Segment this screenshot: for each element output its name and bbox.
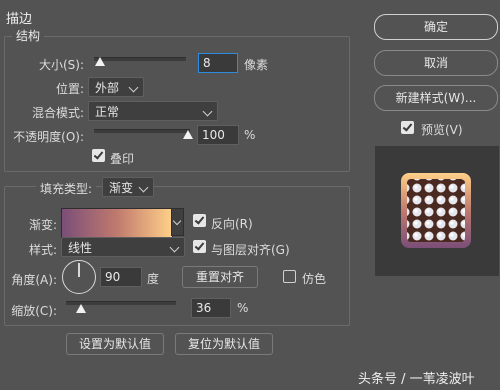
size-input[interactable]: 8 bbox=[198, 53, 238, 73]
section-title: 描边 bbox=[6, 12, 33, 27]
blend-mode-select[interactable]: 正常 bbox=[88, 101, 218, 121]
opacity-slider-track[interactable] bbox=[94, 129, 190, 133]
chevron-down-icon bbox=[128, 82, 139, 93]
reset-alignment-button[interactable]: 重置对齐 bbox=[182, 266, 258, 288]
new-style-button[interactable]: 新建样式(W)... bbox=[374, 85, 498, 111]
overprint-checkbox[interactable] bbox=[92, 149, 105, 162]
watermark-text: 头条号 / 一苇凌波叶 bbox=[358, 372, 475, 387]
align-layer-checkbox[interactable] bbox=[193, 240, 206, 253]
preview-thumbnail-art bbox=[401, 173, 471, 248]
reverse-checkbox[interactable] bbox=[193, 214, 206, 227]
style-select[interactable]: 线性 bbox=[61, 237, 185, 257]
ok-button[interactable]: 确定 bbox=[374, 14, 498, 40]
chevron-down-icon bbox=[169, 242, 180, 253]
size-unit: 像素 bbox=[244, 58, 269, 72]
size-slider-thumb[interactable] bbox=[95, 57, 105, 66]
scale-slider-thumb[interactable] bbox=[76, 304, 86, 313]
angle-unit: 度 bbox=[147, 272, 160, 286]
size-label: 大小(S): bbox=[38, 58, 84, 72]
style-select-value: 线性 bbox=[68, 241, 93, 255]
blend-mode-select-value: 正常 bbox=[95, 105, 120, 119]
blend-mode-label: 混合模式: bbox=[31, 106, 84, 120]
dither-checkbox[interactable] bbox=[283, 270, 296, 283]
preview-thumbnail bbox=[375, 146, 499, 276]
fill-type-select[interactable]: 渐变 bbox=[102, 177, 154, 197]
position-select[interactable]: 外部 bbox=[88, 77, 144, 97]
reverse-label: 反向(R) bbox=[211, 217, 253, 231]
align-layer-label: 与图层对齐(G) bbox=[211, 243, 290, 257]
chevron-down-icon bbox=[202, 106, 213, 117]
gradient-label: 渐变: bbox=[28, 218, 57, 232]
dither-label: 仿色 bbox=[302, 272, 327, 286]
angle-dial-needle bbox=[78, 263, 80, 277]
size-slider-track[interactable] bbox=[94, 57, 186, 61]
set-default-button[interactable]: 设置为默认值 bbox=[66, 333, 164, 355]
cancel-button[interactable]: 取消 bbox=[374, 50, 498, 76]
angle-label: 角度(A): bbox=[11, 273, 57, 287]
preview-label: 预览(V) bbox=[421, 123, 463, 137]
gradient-dropdown[interactable] bbox=[171, 208, 184, 236]
angle-dial[interactable] bbox=[62, 260, 96, 294]
structure-title: 结构 bbox=[12, 27, 45, 44]
scale-unit: % bbox=[237, 301, 249, 315]
overprint-label: 叠印 bbox=[110, 152, 135, 166]
gradient-swatch[interactable] bbox=[61, 208, 173, 238]
reset-default-button[interactable]: 复位为默认值 bbox=[175, 333, 273, 355]
chevron-down-icon bbox=[172, 216, 182, 226]
opacity-unit: % bbox=[244, 128, 256, 142]
opacity-input[interactable]: 100 bbox=[197, 125, 239, 145]
chevron-down-icon bbox=[138, 182, 149, 193]
style-label: 样式: bbox=[28, 243, 57, 257]
opacity-label: 不透明度(O): bbox=[13, 130, 84, 144]
position-select-value: 外部 bbox=[95, 81, 120, 95]
fill-type-label: 填充类型: bbox=[36, 180, 97, 197]
angle-input[interactable]: 90 bbox=[100, 267, 142, 287]
scale-input[interactable]: 36 bbox=[191, 298, 231, 318]
preview-checkbox[interactable] bbox=[401, 121, 414, 134]
opacity-slider-thumb[interactable] bbox=[183, 130, 193, 139]
fill-type-select-value: 渐变 bbox=[109, 181, 134, 195]
position-label: 位置: bbox=[55, 82, 84, 96]
scale-label: 缩放(C): bbox=[11, 304, 57, 318]
